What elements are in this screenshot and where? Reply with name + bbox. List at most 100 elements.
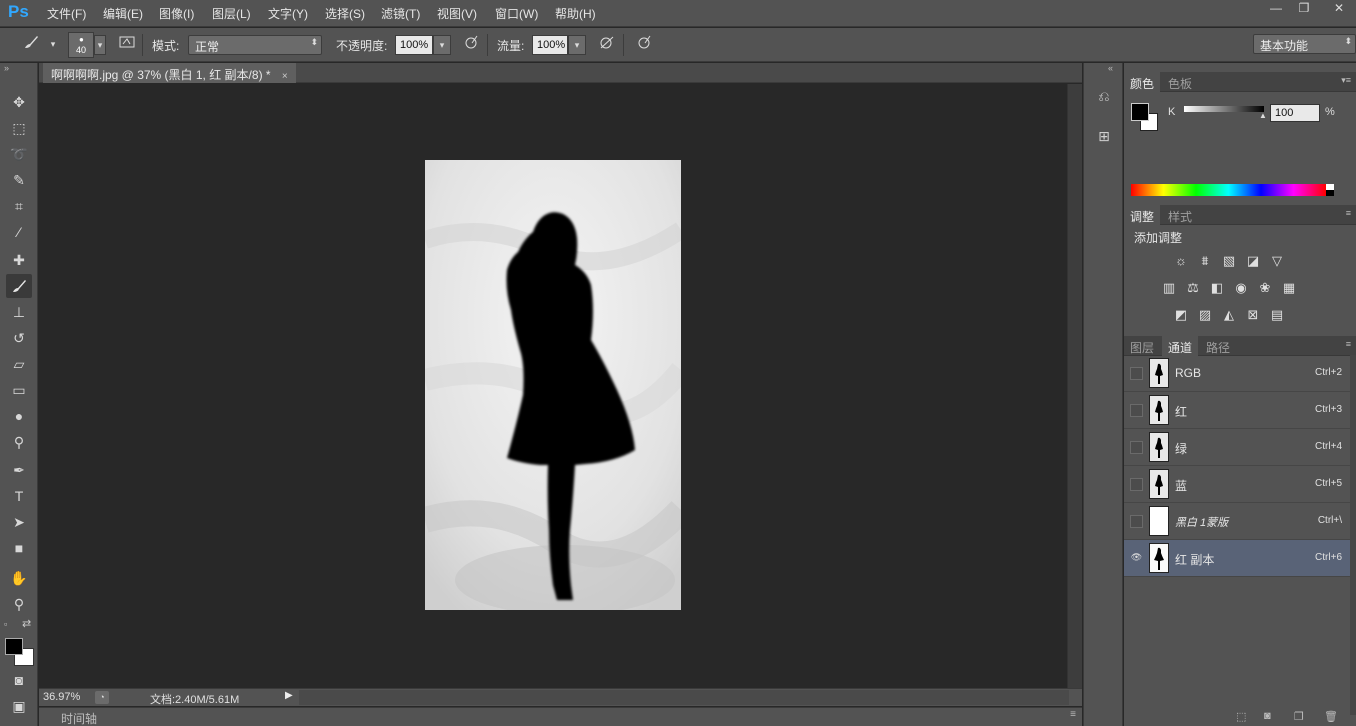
new-channel-icon[interactable]: ❐ [1294,710,1304,723]
brush-preset-dropdown[interactable]: ▾ [94,35,106,55]
history-icon[interactable]: ⎌ [1093,85,1115,107]
curves-icon[interactable]: ▧ [1220,253,1238,269]
panel-menu-icon[interactable]: ≡ [1346,208,1351,218]
visibility-toggle[interactable] [1130,404,1143,417]
close-button[interactable]: ✕ [1322,0,1356,18]
close-icon[interactable]: × [282,71,288,82]
properties-icon[interactable]: ⊞ [1093,125,1115,147]
pressure-opacity-icon[interactable] [460,34,482,56]
menu-edit[interactable]: 编辑(E) [103,5,143,22]
tab-swatches[interactable]: 色板 [1162,72,1198,92]
zoom-level[interactable]: 36.97% [43,691,80,703]
airbrush-icon[interactable] [596,34,618,56]
pressure-size-icon[interactable] [633,34,655,56]
timeline-label[interactable]: 时间轴 [61,710,97,726]
eyedropper-tool-icon[interactable]: ⁄ [6,220,32,244]
color-lookup-icon[interactable]: ▦ [1280,280,1298,296]
opacity-dropdown[interactable]: ▾ [433,35,451,55]
brightness-icon[interactable]: ☼ [1172,253,1190,269]
horizontal-scrollbar[interactable] [299,690,1069,705]
invert-icon[interactable]: ◩ [1172,307,1190,323]
tool-preset-dropdown[interactable]: ▾ [44,35,62,55]
channel-row-red[interactable]: 红 Ctrl+3 [1124,392,1350,429]
load-selection-icon[interactable]: ⬚ [1236,710,1246,723]
trash-icon[interactable]: 🗑 [1324,710,1338,723]
spectrum-black[interactable] [1326,190,1334,196]
move-tool-icon[interactable]: ✥ [6,90,32,114]
eye-icon[interactable]: 👁 [1130,552,1143,565]
hue-saturation-icon[interactable]: ▥ [1160,280,1178,296]
gradient-tool-icon[interactable]: ▭ [6,378,32,402]
menu-file[interactable]: 文件(F) [47,5,86,22]
levels-icon[interactable]: ⩩ [1196,253,1214,269]
menu-type[interactable]: 文字(Y) [268,5,308,22]
color-balance-icon[interactable]: ⚖ [1184,280,1202,296]
mode-select[interactable]: 正常 ⬍ [188,35,322,55]
screen-mode-icon[interactable]: ▣ [6,694,32,718]
tab-channels[interactable]: 通道 [1162,336,1199,356]
menu-layer[interactable]: 图层(L) [212,5,251,22]
panel-menu-icon[interactable]: ≡ [1346,339,1351,349]
k-value-input[interactable]: 100 [1270,104,1320,122]
zoom-tool-icon[interactable]: ⚲ [6,592,32,616]
channels-scrollbar[interactable] [1350,355,1356,715]
visibility-toggle[interactable] [1130,478,1143,491]
brush-tool-icon[interactable] [20,34,42,56]
brush-tool-icon[interactable] [6,274,32,298]
panel-menu-icon[interactable]: ≡ [1070,709,1076,720]
foreground-swatch[interactable] [1131,103,1149,121]
rectangle-tool-icon[interactable]: ■ [6,536,32,560]
clone-stamp-tool-icon[interactable]: ⊥ [6,300,32,324]
brush-panel-icon[interactable] [116,34,138,56]
vertical-scrollbar[interactable] [1067,84,1082,688]
menu-help[interactable]: 帮助(H) [555,5,596,22]
visibility-toggle[interactable] [1130,441,1143,454]
channel-row-rgb[interactable]: RGB Ctrl+2 [1124,355,1350,392]
flow-input[interactable]: 100% [532,35,568,55]
marquee-tool-icon[interactable]: ⬚ [6,116,32,140]
menu-window[interactable]: 窗口(W) [495,5,538,22]
gradient-map-icon[interactable]: ▤ [1268,307,1286,323]
lasso-tool-icon[interactable]: ➰ [6,142,32,166]
quick-mask-icon[interactable]: ◙ [6,668,32,692]
tab-adjustments[interactable]: 调整 [1124,205,1161,225]
path-select-tool-icon[interactable]: ➤ [6,510,32,534]
threshold-icon[interactable]: ◭ [1220,307,1238,323]
black-white-icon[interactable]: ◧ [1208,280,1226,296]
crop-tool-icon[interactable]: ⌗ [6,194,32,218]
document-tab[interactable]: 啊啊啊啊.jpg @ 37% (黑白 1, 红 副本/8) * × [43,63,296,83]
brush-preset-picker[interactable]: ● 40 [68,32,94,58]
status-menu-arrow-icon[interactable]: ▶ [285,690,293,701]
blur-tool-icon[interactable]: ● [6,404,32,428]
default-colors-icon[interactable]: ▫ [4,619,7,629]
tab-styles[interactable]: 样式 [1162,205,1198,225]
flow-dropdown[interactable]: ▾ [568,35,586,55]
k-slider[interactable] [1184,106,1264,112]
dodge-tool-icon[interactable]: ⚲ [6,430,32,454]
share-icon[interactable]: ◔ [95,691,109,704]
pen-tool-icon[interactable]: ✒ [6,458,32,482]
selective-color-icon[interactable]: ⊠ [1244,307,1262,323]
exposure-icon[interactable]: ◪ [1244,253,1262,269]
color-spectrum-bar[interactable] [1131,184,1326,196]
eraser-tool-icon[interactable]: ▱ [6,352,32,376]
history-brush-tool-icon[interactable]: ↺ [6,326,32,350]
type-tool-icon[interactable]: T [6,484,32,508]
channel-row-green[interactable]: 绿 Ctrl+4 [1124,429,1350,466]
opacity-input[interactable]: 100% [395,35,433,55]
channel-mixer-icon[interactable]: ❀ [1256,280,1274,296]
menu-view[interactable]: 视图(V) [437,5,477,22]
vibrance-icon[interactable]: ▽ [1268,253,1286,269]
panel-menu-icon[interactable]: ▾≡ [1341,75,1351,86]
slider-thumb-icon[interactable]: ▲ [1259,111,1267,120]
document-canvas[interactable] [425,160,681,610]
menu-image[interactable]: 图像(I) [159,5,194,22]
channel-row-blue[interactable]: 蓝 Ctrl+5 [1124,466,1350,503]
collapse-icon[interactable]: » [4,63,9,73]
tab-paths[interactable]: 路径 [1200,336,1236,356]
tab-layers[interactable]: 图层 [1124,336,1160,356]
swap-colors-icon[interactable]: ⇄ [22,617,31,630]
channel-row-red-copy[interactable]: 👁 红 副本 Ctrl+6 [1124,540,1350,577]
posterize-icon[interactable]: ▨ [1196,307,1214,323]
minimize-button[interactable]: — [1262,0,1290,18]
